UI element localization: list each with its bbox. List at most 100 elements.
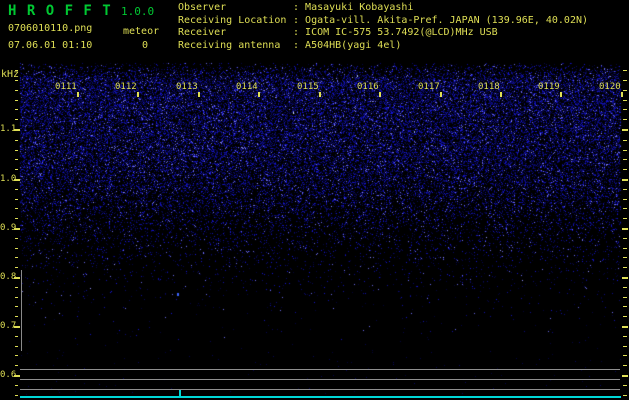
time-label: 0114	[236, 82, 258, 92]
freq-minor-tick	[15, 208, 18, 209]
right-minor-tick	[623, 355, 627, 356]
right-minor-tick	[623, 365, 627, 366]
right-minor-tick	[623, 336, 627, 337]
time-tick	[77, 92, 79, 97]
freq-label: 0.6	[0, 370, 17, 380]
app-version: 1.0.0	[121, 5, 155, 18]
hrofft-screen: H R O F F T 1.0.0 0706010110.png meteor …	[0, 0, 629, 400]
time-label: 0117	[418, 82, 440, 92]
freq-minor-tick	[15, 267, 18, 268]
right-minor-tick	[623, 70, 627, 71]
time-tick	[319, 92, 321, 97]
time-label: 0118	[478, 82, 500, 92]
freq-minor-tick	[15, 385, 18, 386]
station-info-value: Ogata-vill. Akita-Pref. JAPAN (139.96E, …	[305, 14, 589, 26]
right-minor-tick	[623, 395, 627, 396]
app-title: H R O F F T	[8, 3, 112, 19]
freq-label: 0.7	[0, 321, 17, 331]
station-info-row: Receiver: ICOM IC-575 53.7492(@LCD)MHz U…	[178, 27, 588, 40]
right-minor-tick	[623, 140, 627, 141]
freq-minor-tick	[15, 395, 18, 396]
level-gridline	[20, 369, 620, 370]
right-major-tick	[622, 277, 628, 279]
freq-minor-tick	[15, 189, 18, 190]
right-minor-tick	[623, 208, 627, 209]
right-minor-tick	[623, 109, 627, 110]
right-minor-tick	[623, 189, 627, 190]
time-label: 0112	[115, 82, 137, 92]
station-info-label: Receiving Location	[178, 14, 287, 26]
level-gridline	[20, 389, 620, 390]
time-tick	[137, 92, 139, 97]
time-tick	[379, 92, 381, 97]
right-minor-tick	[623, 346, 627, 347]
station-info-row: Observer: Masayuki Kobayashi	[178, 2, 588, 15]
station-info-separator: :	[293, 14, 306, 26]
freq-minor-tick	[15, 100, 18, 101]
freq-minor-tick	[15, 238, 18, 239]
station-info-label: Observer	[178, 2, 227, 13]
freq-minor-tick	[15, 119, 18, 120]
time-tick	[198, 92, 200, 97]
signal-trace-line	[20, 396, 621, 398]
freq-minor-tick	[15, 140, 18, 141]
freq-label: 1.1	[0, 124, 17, 134]
freq-minor-tick	[15, 297, 18, 298]
right-minor-tick	[623, 267, 627, 268]
right-minor-tick	[623, 159, 627, 160]
station-info-separator: :	[293, 40, 306, 52]
freq-label: 1.0	[0, 174, 17, 184]
freq-unit-label: kHz	[1, 69, 20, 80]
right-major-tick	[622, 326, 628, 328]
right-minor-tick	[623, 169, 627, 170]
time-label: 0119	[538, 82, 560, 92]
time-tick	[560, 92, 562, 97]
freq-minor-tick	[15, 365, 18, 366]
right-major-tick	[622, 179, 628, 181]
time-tick	[500, 92, 502, 97]
time-label: 0115	[297, 82, 319, 92]
freq-minor-tick	[15, 109, 18, 110]
right-minor-tick	[623, 297, 627, 298]
freq-label: 0.8	[0, 272, 17, 282]
freq-minor-tick	[15, 80, 18, 81]
time-tick	[258, 92, 260, 97]
freq-minor-tick	[15, 169, 18, 170]
station-info-label: Receiver	[178, 27, 227, 39]
time-tick	[440, 92, 442, 97]
time-label: 0120	[599, 82, 621, 92]
right-minor-tick	[623, 238, 627, 239]
time-label: 0111	[55, 82, 77, 92]
freq-minor-tick	[15, 248, 18, 249]
freq-minor-tick	[15, 346, 18, 347]
right-minor-tick	[623, 316, 627, 317]
spectrogram-noise-canvas	[0, 0, 629, 400]
freq-minor-tick	[15, 90, 18, 91]
right-minor-tick	[623, 257, 627, 258]
echo-count: 0	[142, 40, 149, 51]
right-minor-tick	[623, 385, 627, 386]
station-info-value: ICOM IC-575 53.7492(@LCD)MHz USB	[305, 27, 498, 39]
right-minor-tick	[623, 218, 627, 219]
right-major-tick	[622, 228, 628, 230]
right-minor-tick	[623, 80, 627, 81]
time-label: 0116	[357, 82, 379, 92]
right-minor-tick	[623, 248, 627, 249]
right-minor-tick	[623, 100, 627, 101]
signal-trace-spike	[179, 390, 181, 398]
level-scale-line	[21, 270, 22, 351]
station-info-value: Masayuki Kobayashi	[305, 2, 414, 13]
freq-label: 0.9	[0, 223, 17, 233]
right-minor-tick	[623, 306, 627, 307]
station-info-separator: :	[293, 27, 306, 39]
freq-minor-tick	[15, 316, 18, 317]
right-minor-tick	[623, 119, 627, 120]
right-minor-tick	[623, 150, 627, 151]
right-minor-tick	[623, 90, 627, 91]
freq-minor-tick	[15, 306, 18, 307]
freq-minor-tick	[15, 355, 18, 356]
level-gridline	[20, 379, 620, 380]
output-filename: 0706010110.png	[8, 23, 93, 34]
right-minor-tick	[623, 287, 627, 288]
freq-minor-tick	[15, 287, 18, 288]
